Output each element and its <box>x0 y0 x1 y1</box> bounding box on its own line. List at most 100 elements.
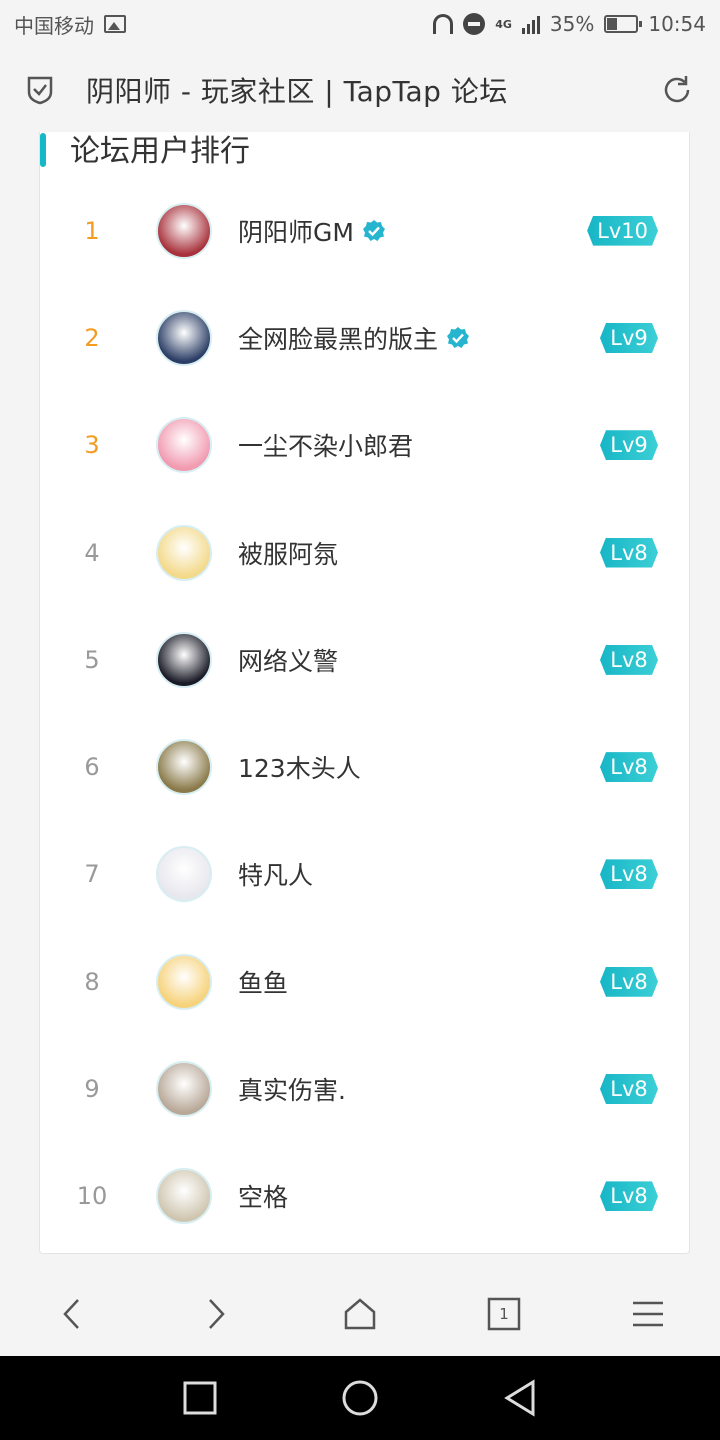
user-name[interactable]: 全网脸最黑的版主 <box>238 320 438 356</box>
forward-button[interactable] <box>180 1284 252 1344</box>
tab-count: 1 <box>499 1305 509 1323</box>
headset-icon <box>433 14 454 34</box>
user-avatar[interactable] <box>156 631 212 688</box>
menu-icon <box>633 1301 663 1327</box>
rank-number-text: 6 <box>84 753 100 782</box>
rank-row[interactable]: 9 真实伤害. Lv8 <box>40 1035 689 1142</box>
rank-number: 3 <box>40 431 120 459</box>
status-left: 中国移动 <box>14 10 126 39</box>
back-icon <box>63 1299 79 1329</box>
do-not-disturb-icon <box>463 13 486 35</box>
user-avatar[interactable] <box>156 417 212 474</box>
battery-percent: 35% <box>549 12 595 36</box>
level-badge: Lv8 <box>600 1181 658 1211</box>
rank-number: 8 <box>40 968 120 996</box>
user-name[interactable]: 网络义警 <box>238 642 338 678</box>
user-name[interactable]: 真实伤害. <box>238 1071 346 1107</box>
rank-number-text: 5 <box>84 645 100 674</box>
level-badge: Lv8 <box>600 752 658 782</box>
user-name[interactable]: 特凡人 <box>238 856 313 892</box>
level-badge: Lv9 <box>600 323 658 353</box>
rank-number: 4 <box>40 539 120 567</box>
level-badge: Lv8 <box>600 538 658 568</box>
battery-icon <box>604 15 643 33</box>
rank-number: 1 <box>40 217 120 245</box>
rank-number-text: 7 <box>84 860 100 889</box>
refresh-icon[interactable] <box>660 73 694 107</box>
user-name[interactable]: 被服阿氛 <box>238 535 338 571</box>
system-back-button[interactable] <box>496 1374 544 1422</box>
system-nav-bar <box>0 1356 720 1440</box>
rank-number: 2 <box>40 324 120 352</box>
image-notification-icon <box>104 15 126 33</box>
accent-bar <box>40 133 46 167</box>
user-avatar[interactable] <box>156 524 212 581</box>
level-badge: Lv9 <box>600 430 658 460</box>
rank-number: 5 <box>40 646 120 674</box>
back-triangle-icon <box>504 1379 535 1417</box>
verified-icon <box>362 219 385 241</box>
carrier-label: 中国移动 <box>14 13 94 38</box>
rank-number-text: 9 <box>84 1075 100 1104</box>
rank-number-text: 2 <box>84 323 100 352</box>
ranking-title: 论坛用户排行 <box>70 134 250 169</box>
rank-number: 10 <box>40 1182 120 1210</box>
recents-icon <box>183 1381 217 1415</box>
user-avatar[interactable] <box>156 846 212 903</box>
rank-row[interactable]: 5 网络义警 Lv8 <box>40 606 689 713</box>
rank-row[interactable]: 8 鱼鱼 Lv8 <box>40 928 689 1035</box>
user-avatar[interactable] <box>156 309 212 366</box>
shield-check-icon[interactable] <box>26 75 54 105</box>
rank-row[interactable]: 2 全网脸最黑的版主 Lv9 <box>40 284 689 391</box>
network-type: 4G <box>495 17 512 31</box>
rank-number-text: 10 <box>76 1182 108 1211</box>
rank-number: 6 <box>40 753 120 781</box>
rank-number-text: 1 <box>84 216 100 245</box>
home-icon <box>344 1298 376 1330</box>
rank-row[interactable]: 10 空格 Lv8 <box>40 1143 689 1250</box>
system-home-button[interactable] <box>336 1374 384 1422</box>
browser-toolbar: 1 <box>0 1272 720 1356</box>
level-badge: Lv10 <box>587 216 658 246</box>
recents-button[interactable] <box>176 1374 224 1422</box>
user-name[interactable]: 123木头人 <box>238 749 361 785</box>
rank-row[interactable]: 7 特凡人 Lv8 <box>40 821 689 928</box>
level-badge: Lv8 <box>600 645 658 675</box>
verified-icon <box>447 326 470 348</box>
user-avatar[interactable] <box>156 202 212 259</box>
rank-number: 9 <box>40 1075 120 1103</box>
rank-row[interactable]: 6 123木头人 Lv8 <box>40 713 689 820</box>
user-avatar[interactable] <box>156 1061 212 1118</box>
rank-number-text: 8 <box>84 967 100 996</box>
forward-icon <box>209 1299 225 1329</box>
ranking-header: 论坛用户排行 <box>40 132 250 169</box>
rank-row[interactable]: 3 一尘不染小郎君 Lv9 <box>40 392 689 499</box>
menu-button[interactable] <box>612 1284 684 1344</box>
user-name[interactable]: 阴阳师GM <box>238 213 354 249</box>
ranking-card: 论坛用户排行 1 阴阳师GM Lv10 2 全网脸最黑的版主 Lv9 3 一尘不染小郎君 Lv9… <box>39 132 690 1254</box>
rank-number-text: 3 <box>84 431 100 460</box>
rank-row[interactable]: 1 阴阳师GM Lv10 <box>40 177 689 284</box>
user-name[interactable]: 一尘不染小郎君 <box>238 427 413 463</box>
page-title: 阴阳师 - 玩家社区 | TapTap 论坛 <box>86 75 508 108</box>
level-badge: Lv8 <box>600 967 658 997</box>
tabs-button[interactable]: 1 <box>468 1284 540 1344</box>
status-right: 4G 35% 10:54 <box>433 12 706 36</box>
home-button[interactable] <box>324 1284 396 1344</box>
title-bar: 阴阳师 - 玩家社区 | TapTap 论坛 <box>0 48 720 132</box>
home-circle-icon <box>342 1380 378 1416</box>
user-name[interactable]: 鱼鱼 <box>238 964 288 1000</box>
clock: 10:54 <box>648 12 706 36</box>
level-badge: Lv8 <box>600 859 658 889</box>
user-avatar[interactable] <box>156 953 212 1010</box>
user-avatar[interactable] <box>156 739 212 796</box>
status-bar: 中国移动 4G 35% 10:54 <box>0 0 720 48</box>
rank-list: 1 阴阳师GM Lv10 2 全网脸最黑的版主 Lv9 3 一尘不染小郎君 Lv9 4 被服阿氛 Lv… <box>40 177 689 1250</box>
user-name[interactable]: 空格 <box>238 1178 288 1214</box>
level-badge: Lv8 <box>600 1074 658 1104</box>
rank-number-text: 4 <box>84 538 100 567</box>
signal-icon <box>521 14 540 34</box>
rank-row[interactable]: 4 被服阿氛 Lv8 <box>40 499 689 606</box>
back-button[interactable] <box>36 1284 108 1344</box>
user-avatar[interactable] <box>156 1168 212 1225</box>
